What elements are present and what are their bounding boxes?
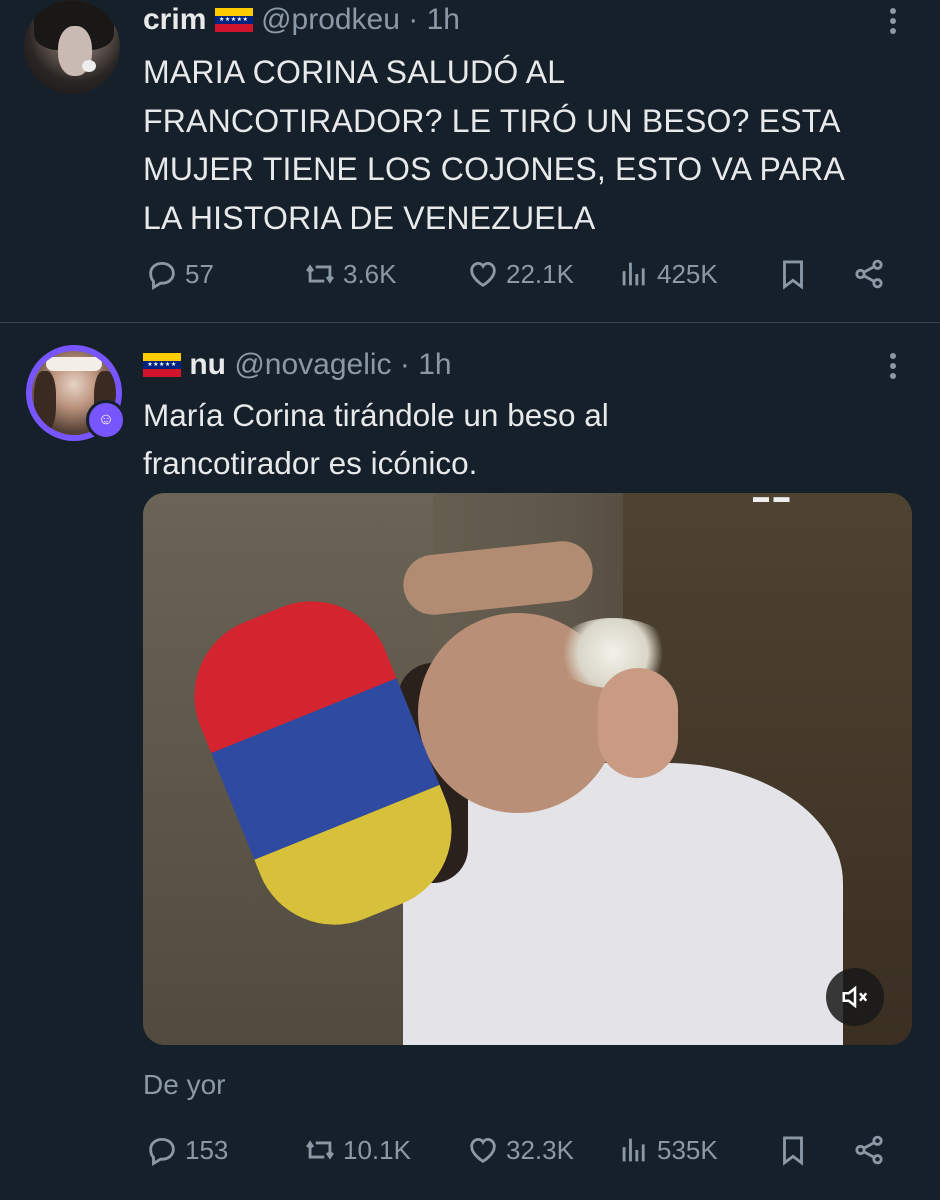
tweet-text-line: MUJER TIENE LOS COJONES, ESTO VA PARA [143,151,846,187]
views-button[interactable]: 425K [617,257,718,291]
repost-count: 3.6K [343,258,397,289]
tweet-text: María Corina tirándole un beso al franco… [143,391,913,487]
bookmark-icon [783,1136,803,1166]
tweet-text-line: FRANCOTIRADOR? LE TIRÓ UN BESO? ESTA [143,102,841,139]
media-attribution[interactable]: De yor [143,1069,225,1101]
username[interactable]: @prodkeu [261,3,400,36]
reply-button[interactable]: 153 [145,1133,228,1167]
tweet-text-line: MARIA CORINA SALUDÓ AL [143,54,566,90]
tweet-text-line: María Corina tirándole un beso al [143,397,609,433]
reply-button[interactable]: 57 [145,257,214,291]
share-icon [855,1135,883,1165]
action-bar: 153 10.1K 32.3K 535K [0,1133,940,1173]
username[interactable]: @novagelic [234,348,391,381]
action-bar: 57 3.6K 22.1K 425K [0,257,940,297]
tweet-text-line: francotirador es icónico. [143,445,478,481]
reply-count: 153 [185,1134,229,1165]
reply-icon [149,261,175,290]
tweet-header: crim ★★★★★ @prodkeu · 1h [143,0,460,40]
separator: · [408,3,419,36]
bookmark-icon [783,260,803,290]
reply-icon [149,1137,175,1166]
like-icon [470,261,496,287]
share-button[interactable] [852,1133,892,1167]
spaces-badge-icon: ☺ [86,400,126,440]
view-count: 535K [657,1134,718,1165]
share-button[interactable] [852,257,892,291]
like-count: 32.3K [506,1134,574,1165]
repost-button[interactable]: 3.6K [303,257,397,291]
tweet[interactable]: crim ★★★★★ @prodkeu · 1h MARIA CORINA SA… [0,0,940,323]
more-icon[interactable] [884,6,902,38]
venezuela-flag-icon: ★★★★★ [143,353,181,377]
bookmark-button[interactable] [776,257,816,291]
views-button[interactable]: 535K [617,1133,718,1167]
repost-icon [306,1140,334,1160]
display-name[interactable]: crim [143,3,206,36]
timestamp[interactable]: 1h [427,3,460,36]
tweet-text-line: LA HISTORIA DE VENEZUELA [143,199,596,236]
view-count: 425K [657,258,718,289]
avatar[interactable] [24,0,120,94]
tweet-text: MARIA CORINA SALUDÓ AL FRANCOTIRADOR? LE… [143,48,913,242]
timestamp[interactable]: 1h [418,348,451,381]
bookmark-button[interactable] [776,1133,816,1167]
venezuela-flag-icon: ★★★★★ [214,8,253,32]
like-button[interactable]: 22.1K [466,257,574,291]
display-name[interactable]: nu [189,348,226,381]
broadcast-logo: ▬ ▬ [753,493,790,506]
repost-button[interactable]: 10.1K [303,1133,411,1167]
video-player[interactable]: ▬ ▬ [143,493,912,1045]
repost-icon [306,264,334,284]
reply-count: 57 [185,258,214,289]
mute-button[interactable] [826,968,884,1026]
views-icon [622,262,645,286]
more-icon[interactable] [884,351,902,383]
separator: · [399,348,410,381]
views-icon [622,1138,645,1162]
like-icon [470,1137,496,1163]
share-icon [855,259,883,289]
tweet-header: ★★★★★ nu @novagelic · 1h [143,345,452,385]
mute-icon [842,985,868,1009]
repost-count: 10.1K [343,1134,411,1165]
tweet[interactable]: ☺ ★★★★★ nu @novagelic · 1h María Corina … [0,323,940,1200]
like-count: 22.1K [506,258,574,289]
like-button[interactable]: 32.3K [466,1133,574,1167]
